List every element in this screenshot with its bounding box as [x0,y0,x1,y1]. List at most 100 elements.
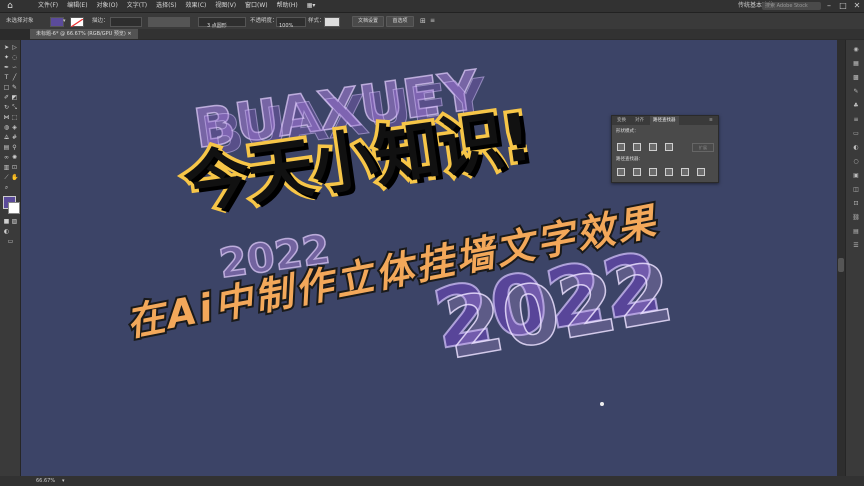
blend-tool-icon[interactable]: ∞ [3,154,10,161]
symbols-panel-icon[interactable]: ♣ [852,102,860,110]
color-guide-icon[interactable]: ▦ [852,60,860,68]
arrange-documents-icon[interactable]: ▦▾ [307,0,316,12]
mouse-cursor [600,402,604,406]
graph-tool-icon[interactable]: ▥ [3,164,10,171]
status-bar: 66.67% ▾ [0,476,864,486]
rotate-tool-icon[interactable]: ↻ [3,104,10,111]
perspective-grid-icon[interactable]: ⟁ [3,134,10,141]
layers-panel-icon[interactable]: ◫ [852,186,860,194]
magic-wand-icon[interactable]: ✦ [3,54,10,61]
intersect-icon[interactable] [649,143,657,151]
menu-select[interactable]: 选择(S) [156,0,177,12]
properties-panel-icon[interactable]: ▤ [852,228,860,236]
home-icon[interactable]: ⌂ [4,1,16,11]
graphic-style-swatch[interactable] [324,17,340,27]
curvature-tool-icon[interactable]: ∽ [11,64,18,71]
gradient-tool-icon[interactable]: ▤ [3,144,10,151]
fill-swatch[interactable] [50,17,64,27]
lasso-icon[interactable]: ◌ [11,54,18,61]
close-tab-icon[interactable]: ✕ [127,31,131,37]
chevron-down-icon[interactable]: ▾ [62,476,65,486]
stroke-weight-field[interactable] [110,17,142,27]
close-icon[interactable]: ✕ [850,0,864,12]
zoom-level[interactable]: 66.67% [36,476,55,486]
unite-icon[interactable] [617,143,625,151]
width-tool-icon[interactable]: ⋈ [3,114,10,121]
trim-icon[interactable] [633,168,641,176]
mesh-tool-icon[interactable]: # [11,134,18,141]
color-mode-icon[interactable]: ■ [3,218,10,225]
rectangle-tool-icon[interactable]: □ [3,84,10,91]
artboards-panel-icon[interactable]: ⊡ [852,200,860,208]
stroke-panel-icon[interactable]: ≡ [852,116,860,124]
panel-menu-icon[interactable]: ≡ [706,116,716,125]
selection-tool-icon[interactable]: ➤ [3,44,10,51]
eyedropper-icon[interactable]: ⚲ [11,144,18,151]
eraser-icon[interactable]: ◩ [11,94,18,101]
artboard-canvas[interactable]: BUAXUEY BUAXUEY 2022 2022 2022 今天小知识! 在A… [21,40,837,476]
crop-icon[interactable] [665,168,673,176]
chevron-down-icon[interactable]: ▾ [63,13,66,29]
pen-tool-icon[interactable]: ✒ [3,64,10,71]
gradient-mode-icon[interactable]: ▨ [11,218,18,225]
symbol-sprayer-icon[interactable]: ✺ [11,154,18,161]
live-paint-icon[interactable]: ◈ [11,124,18,131]
tab-pathfinder[interactable]: 路径查找器 [650,116,679,125]
merge-icon[interactable] [649,168,657,176]
menu-effect[interactable]: 效果(C) [186,0,207,12]
scrollbar-thumb[interactable] [838,258,844,272]
swatches-panel-icon[interactable]: ▩ [852,74,860,82]
transparency-panel-icon[interactable]: ◐ [852,144,860,152]
hand-tool-icon[interactable]: ✋ [11,174,18,181]
links-panel-icon[interactable]: ⛓ [852,214,860,222]
variable-width-profile[interactable] [148,17,190,27]
outline-icon[interactable] [681,168,689,176]
paintbrush-icon[interactable]: ✎ [11,84,18,91]
brushes-panel-icon[interactable]: ✎ [852,88,860,96]
brush-definition[interactable]: 3 点圆形 [198,17,246,29]
menu-help[interactable]: 帮助(H) [277,0,298,12]
minus-front-icon[interactable] [633,143,641,151]
type-tool-icon[interactable]: T [3,74,10,81]
zoom-tool-icon[interactable]: ⌕ [3,184,10,191]
scale-tool-icon[interactable]: ⤡ [11,104,18,111]
color-panel-icon[interactable]: ◉ [852,46,860,54]
stroke-color-box[interactable] [8,202,20,214]
stock-search-input[interactable]: 搜索 Adobe Stock [762,2,821,10]
gradient-panel-icon[interactable]: ▭ [852,130,860,138]
exclude-icon[interactable] [665,143,673,151]
line-tool-icon[interactable]: ╱ [11,74,18,81]
free-transform-icon[interactable]: ⬚ [11,114,18,121]
graphic-styles-icon[interactable]: ▣ [852,172,860,180]
draw-mode-icon[interactable]: ◐ [3,228,10,235]
menu-type[interactable]: 文字(T) [127,0,147,12]
tab-align[interactable]: 对齐 [632,116,647,125]
divide-icon[interactable] [617,168,625,176]
direct-selection-tool-icon[interactable]: ▷ [11,44,18,51]
align-options-icon[interactable]: ⊞ [420,13,426,29]
stroke-swatch[interactable] [70,17,84,28]
artboard-tool-icon[interactable]: ⊡ [11,164,18,171]
menu-file[interactable]: 文件(F) [38,0,58,12]
expand-button[interactable]: 扩展 [692,143,714,152]
shaper-tool-icon[interactable]: ✐ [3,94,10,101]
menu-view[interactable]: 视图(V) [215,0,236,12]
preferences-button[interactable]: 首选项 [386,16,414,27]
menu-window[interactable]: 窗口(W) [245,0,268,12]
control-menu-icon[interactable]: ≡ [430,13,435,29]
stroke-label: 描边： [92,18,109,24]
menu-edit[interactable]: 编辑(E) [67,0,87,12]
menu-object[interactable]: 对象(O) [96,0,117,12]
libraries-panel-icon[interactable]: ☰ [852,242,860,250]
minus-back-icon[interactable] [697,168,705,176]
shape-builder-icon[interactable]: ◍ [3,124,10,131]
minimize-icon[interactable]: – [822,0,836,12]
document-tab[interactable]: 未标题-6* @ 66.67% (RGB/GPU 预览) ✕ [30,29,138,39]
screen-mode-icon[interactable]: ▭ [7,238,14,245]
slice-tool-icon[interactable]: ⟋ [3,174,10,181]
appearance-panel-icon[interactable]: ○ [852,158,860,166]
document-setup-button[interactable]: 文档设置 [352,16,384,27]
opacity-field[interactable]: 100% [276,17,306,29]
tab-transform[interactable]: 变换 [614,116,629,125]
maximize-icon[interactable]: □ [836,0,850,12]
